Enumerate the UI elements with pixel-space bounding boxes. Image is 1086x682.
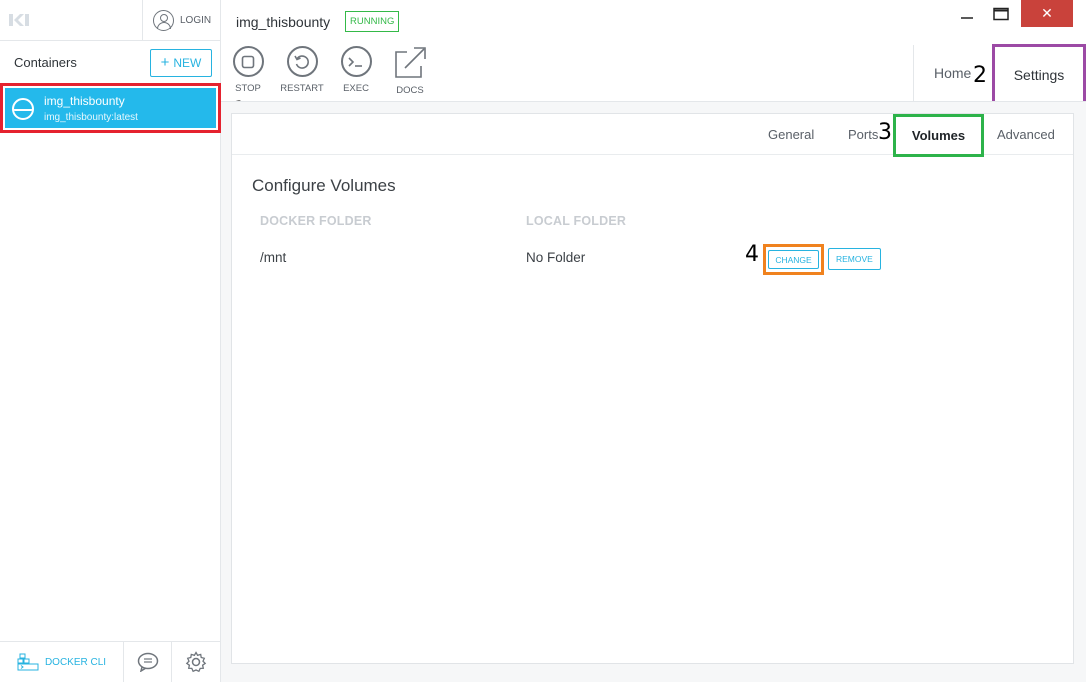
remove-label: REMOVE [836,254,873,264]
terminal-icon [340,46,372,77]
container-state-icon [12,98,34,120]
tab-advanced[interactable]: Advanced [997,114,1055,154]
containers-title: Containers [14,55,77,70]
preferences-button[interactable] [172,642,220,682]
container-item-selected: img_thisbounty img_thisbounty:latest [5,88,216,128]
column-header-local-folder: LOCAL FOLDER [526,214,627,228]
exec-button[interactable]: EXEC [329,46,383,96]
docs-label: DOCS [396,85,424,96]
container-image: img_thisbounty:latest [44,112,138,123]
external-link-icon [395,47,426,78]
gear-icon [185,651,207,673]
tab-general[interactable]: General [768,114,814,154]
annotation-4: 4 [745,242,759,267]
container-toolbar: STOP RESTART EXEC DOCS [221,46,437,96]
maximize-button[interactable] [979,0,1023,27]
plus-icon: + [160,54,170,71]
feedback-button[interactable] [124,642,172,682]
settings-panel: General Ports Volumes Advanced Configure… [231,113,1074,664]
user-icon [153,10,174,31]
new-container-button[interactable]: + NEW [150,49,212,77]
docker-cli-icon [17,653,39,671]
docker-cli-button[interactable]: DOCKER CLI [0,642,124,682]
restart-icon [286,46,318,77]
tab-ports-label: Ports [848,126,879,142]
container-list-item[interactable]: img_thisbounty img_thisbounty:latest [0,83,221,133]
stop-icon [232,46,264,77]
view-tabs: Home Settings [913,44,1086,106]
close-icon: ✕ [1041,5,1053,21]
tab-settings[interactable]: Settings [992,44,1086,106]
maximize-icon [993,7,1009,20]
tab-settings-label: Settings [1013,67,1065,83]
tab-volumes-label: Volumes [911,128,966,143]
stop-button[interactable]: STOP [221,46,275,96]
settings-tabs: General Ports Volumes Advanced [232,114,1073,157]
volume-docker-folder: /mnt [260,250,287,265]
annotation-3: 3 [878,120,892,145]
sidebar-header: LOGIN [0,0,221,41]
container-title: img_thisbounty [236,14,331,30]
minimize-icon [961,16,973,19]
volume-local-folder: No Folder [526,250,586,265]
exec-label: EXEC [343,83,369,94]
docs-button[interactable]: DOCS [383,46,437,96]
restart-label: RESTART [280,83,324,94]
remove-button[interactable]: REMOVE [828,248,881,270]
close-window-button[interactable]: ✕ [1021,0,1073,27]
tab-general-label: General [768,126,815,142]
column-header-docker-folder: DOCKER FOLDER [260,214,372,228]
tab-ports[interactable]: Ports [848,114,878,154]
login-button[interactable]: LOGIN [142,0,221,41]
stop-label: STOP [235,83,261,94]
login-label: LOGIN [180,15,212,26]
new-button-label: NEW [173,56,202,70]
chat-bubble-icon [137,652,158,672]
change-button[interactable]: CHANGE [768,250,819,269]
tab-advanced-label: Advanced [997,126,1055,142]
kitematic-logo-icon [9,14,29,26]
change-button-highlight: CHANGE [763,244,824,275]
section-title: Configure Volumes [252,176,396,195]
sidebar-footer: DOCKER CLI [0,641,221,682]
tab-volumes[interactable]: Volumes [893,114,984,157]
sidebar: LOGIN Containers + NEW img_thisbounty im… [0,0,221,682]
annotation-2: 2 [973,63,987,88]
tab-home-label: Home [934,65,972,81]
containers-header: Containers + NEW [0,41,221,83]
container-name: img_thisbounty [44,94,125,108]
status-badge: RUNNING [345,11,400,32]
restart-button[interactable]: RESTART [275,46,329,96]
change-label: CHANGE [775,254,812,265]
docker-cli-label: DOCKER CLI [44,656,107,668]
